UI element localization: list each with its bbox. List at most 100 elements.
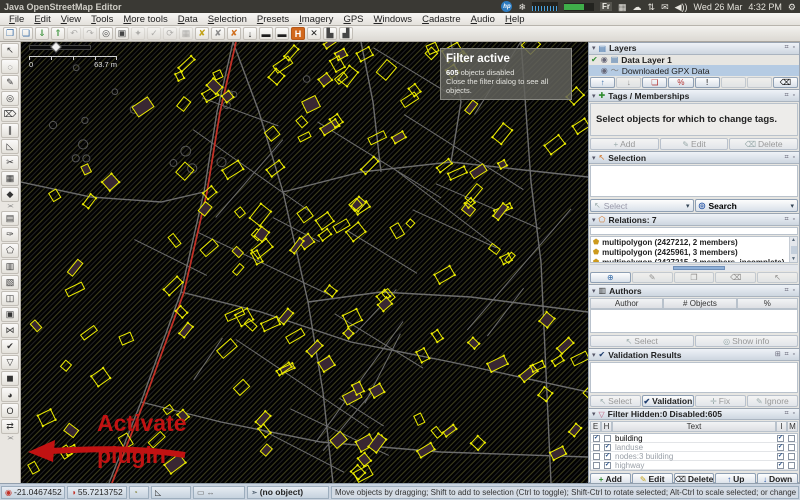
wand-icon[interactable]: ✦ (131, 27, 145, 40)
selection-list[interactable] (590, 165, 798, 197)
relations-horizontal-scrollbar[interactable] (590, 264, 798, 271)
authors-col-percent[interactable]: % (737, 298, 798, 309)
validation-results-list[interactable] (590, 362, 798, 393)
collapse-icon[interactable]: ▾ (592, 351, 596, 359)
relation-list-item[interactable]: ⬟multipolygon (2427215, 2 members, incom… (591, 257, 789, 263)
panel-controls[interactable]: ⌗ ▫ (785, 410, 796, 418)
menu-data[interactable]: Data (173, 14, 203, 25)
authors-col-author[interactable]: Author (590, 298, 663, 309)
relations-toggle[interactable]: ⬠ (1, 243, 19, 258)
menu-audio[interactable]: Audio (466, 14, 500, 25)
zoom-slider-bar[interactable] (29, 45, 91, 50)
enable-checkbox[interactable] (593, 462, 600, 469)
hide-checkbox[interactable]: ✓ (604, 444, 611, 451)
selection-select-dropdown[interactable]: ↖Select▾ (590, 199, 694, 212)
inactive-checkbox[interactable]: ✓ (777, 435, 784, 442)
mode-checkbox[interactable] (788, 435, 795, 442)
authors-table-body[interactable] (590, 309, 798, 333)
history-toggle[interactable]: ◕ (1, 387, 19, 402)
relations-vertical-scrollbar[interactable]: ▲▼ (789, 237, 797, 262)
changeset-toggle[interactable]: ◼ (1, 371, 19, 386)
close-session-icon[interactable]: ✕ (307, 27, 321, 40)
tags-panel-header[interactable]: ▾ ✚ Tags / Memberships ⌗ ▫ (589, 90, 799, 102)
redo-icon[interactable]: ↷ (83, 27, 97, 40)
filter-col-e[interactable]: E (590, 421, 601, 432)
authors-select-button[interactable]: ↖Select (590, 335, 694, 347)
lasso-tool[interactable]: ◌ (1, 59, 19, 74)
menu-view[interactable]: View (56, 14, 86, 25)
menu-tools[interactable]: Tools (86, 14, 118, 25)
delete-tool[interactable]: ⌦ (1, 107, 19, 122)
panel-controls[interactable]: ⌗ ▫ (785, 287, 796, 295)
relation-list-item[interactable]: ⬟multipolygon (2425961, 3 members) (591, 247, 789, 257)
layers-toggle[interactable]: ▤ (1, 211, 19, 226)
imagery-toggle[interactable]: ▧ (1, 275, 19, 290)
template-tool[interactable]: ◆ (1, 187, 19, 202)
panel-controls[interactable]: ⌗ ▫ (785, 216, 796, 224)
tags-add-button[interactable]: +Add (590, 138, 659, 150)
mode-checkbox[interactable] (788, 453, 795, 460)
volume-icon[interactable]: ◀)) (675, 2, 688, 12)
inactive-checkbox[interactable]: ✓ (777, 444, 784, 451)
conflict-toggle[interactable]: ⋈ (1, 323, 19, 338)
relation-list-item[interactable]: ⬟multipolygon (2427212, 2 members) (591, 237, 789, 247)
validation-fix-button[interactable]: ✛Fix (695, 395, 746, 407)
menu-imagery[interactable]: Imagery (294, 14, 338, 25)
authors-showinfo-button[interactable]: ◎Show info (695, 335, 799, 347)
keyboard-layout-indicator[interactable]: Fr (600, 2, 612, 11)
authors-col-objects[interactable]: # Objects (663, 298, 736, 309)
parallel-tool[interactable]: ∥ (1, 123, 19, 138)
selection-panel-header[interactable]: ▾ ↖ Selection ⌗ ▫ (589, 152, 799, 164)
layer-up-button[interactable]: ↑ (590, 77, 615, 88)
select-tool[interactable]: ↖ (1, 43, 19, 58)
follow-line-icon[interactable]: ✓ (147, 27, 161, 40)
relation-delete-button[interactable]: ⌫ (715, 272, 756, 283)
menu-file[interactable]: File (4, 14, 29, 25)
layer-blank-button[interactable] (721, 77, 746, 88)
authors-toggle[interactable]: ▥ (1, 259, 19, 274)
tool-gray-icon[interactable]: ✘ (211, 27, 225, 40)
relation-edit-button[interactable]: ✎ (632, 272, 673, 283)
toolbar-collapse-2[interactable]: >< (1, 435, 19, 442)
wms-capture-icon[interactable]: ▙ (323, 27, 337, 40)
menu-presets[interactable]: Presets (252, 14, 294, 25)
styles-toggle[interactable]: ✑ (1, 227, 19, 242)
menu-cadastre[interactable]: Cadastre (417, 14, 466, 25)
osb-toggle[interactable]: O (1, 403, 19, 418)
collapse-icon[interactable]: ▾ (592, 410, 596, 418)
hide-checkbox[interactable]: ✓ (604, 453, 611, 460)
tags-edit-button[interactable]: ✎Edit (660, 138, 729, 150)
cadastre-grab-icon[interactable]: H (291, 27, 305, 40)
download-data-icon[interactable]: ⇓ (35, 27, 49, 40)
filter-toggle[interactable]: ▽ (1, 355, 19, 370)
map-canvas[interactable]: 0 63.7 m Filter active 605 objects disab… (21, 42, 588, 483)
inactive-checkbox[interactable]: ✓ (777, 453, 784, 460)
printer-icon[interactable]: ▦ (618, 2, 627, 12)
scissors-tool[interactable]: ✂ (1, 155, 19, 170)
layer-down-button[interactable]: ↓ (616, 77, 641, 88)
weather-icon[interactable]: ☁ (633, 2, 642, 12)
selection-search-dropdown[interactable]: ◎Search▾ (695, 199, 799, 212)
desktop-switcher-icon[interactable]: ❄ (518, 2, 526, 12)
filter-row-highway[interactable]: ✓ highway ✓ (591, 461, 797, 470)
draw-node-tool[interactable]: ✎ (1, 75, 19, 90)
zoom-tool[interactable]: ◎ (1, 91, 19, 106)
network-icon[interactable]: ⇅ (648, 2, 656, 12)
zoom-selection-icon[interactable]: ◎ (99, 27, 113, 40)
filter-panel-header[interactable]: ▾ ▽ Filter Hidden:0 Disabled:605 ⌗ ▫ (589, 409, 799, 420)
car-lock-icon[interactable]: ▬ (275, 27, 289, 40)
mail-icon[interactable]: ✉ (661, 2, 669, 12)
layers-panel-header[interactable]: ▾ ▤ Layers ⌗ ▫ (589, 43, 799, 55)
collapse-icon[interactable]: ▾ (592, 44, 596, 52)
filter-col-i[interactable]: I (776, 421, 787, 432)
validation-panel-header[interactable]: ▾ ✔ Validation Results ⊞ ⌗ ▫ (589, 349, 799, 361)
car-icon[interactable]: ▬ (259, 27, 273, 40)
panel-controls[interactable]: ⊞ ⌗ ▫ (775, 350, 796, 359)
relations-panel-header[interactable]: ▾ ⬠ Relations: 7 ⌗ ▫ (589, 214, 799, 226)
validation-select-button[interactable]: ↖Select (590, 395, 641, 407)
validation-toggle[interactable]: ✔ (1, 339, 19, 354)
inactive-checkbox[interactable]: ✓ (777, 462, 784, 469)
filter-col-h[interactable]: H (601, 421, 612, 432)
upload-data-icon[interactable]: ⇑ (51, 27, 65, 40)
layer-delete-button[interactable]: ⌫ (773, 77, 798, 88)
